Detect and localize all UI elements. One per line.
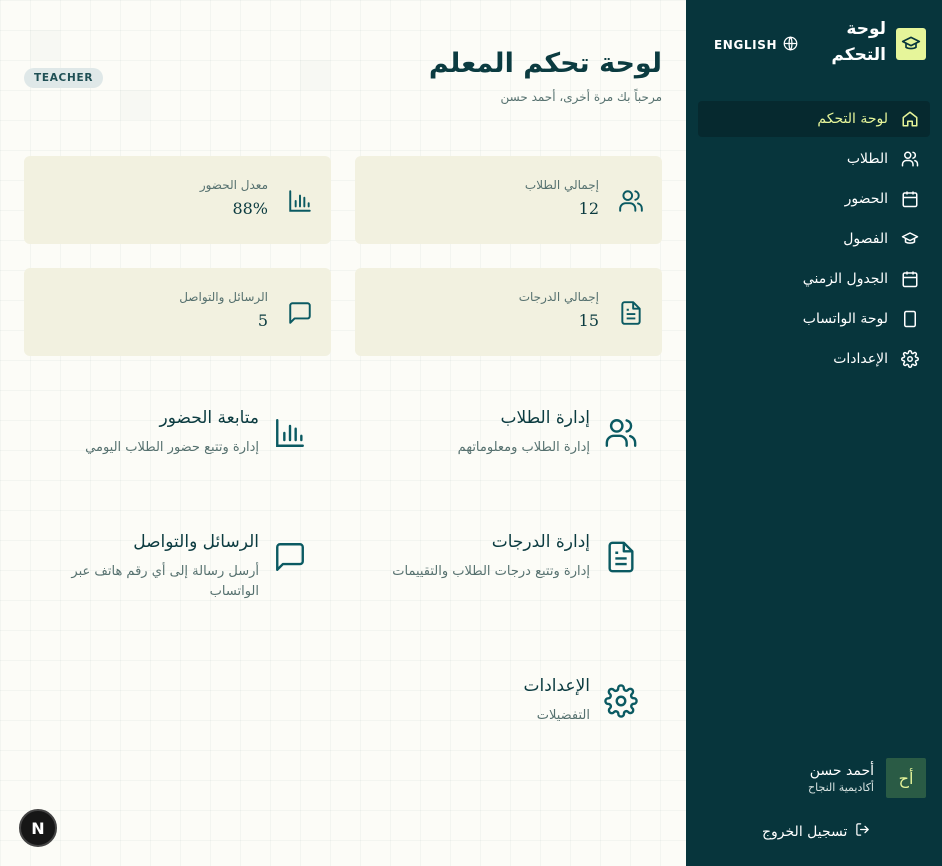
sidebar-item-dashboard[interactable]: لوحة التحكم <box>698 101 930 137</box>
logout-icon <box>855 822 870 841</box>
feature-description: أرسل رسالة إلى أي رقم هاتف عبر الواتساب <box>71 564 259 599</box>
background-decoration <box>30 30 60 60</box>
feature-description: إدارة وتتبع حضور الطلاب اليومي <box>85 440 259 455</box>
stat-card-total-students: إجمالي الطلاب 12 <box>355 156 662 244</box>
role-badge: TEACHER <box>24 68 104 88</box>
stat-card-total-grades: إجمالي الدرجات 15 <box>355 268 662 356</box>
calendar-icon <box>900 269 920 289</box>
nextjs-dev-badge[interactable]: N <box>19 809 57 847</box>
feature-student-management[interactable]: إدارة الطلاب إدارة الطلاب ومعلوماتهم <box>355 408 662 498</box>
sidebar-item-classes[interactable]: الفصول <box>698 221 930 257</box>
stat-label: إجمالي الدرجات <box>518 290 599 304</box>
feature-settings[interactable]: الإعدادات التفضيلات <box>355 676 662 766</box>
sidebar-item-label: الفصول <box>843 231 888 247</box>
feature-description: التفضيلات <box>536 708 590 723</box>
feature-description: إدارة وتتبع درجات الطلاب والتقييمات <box>392 564 590 579</box>
feature-grade-management[interactable]: إدارة الدرجات إدارة وتتبع درجات الطلاب و… <box>355 532 662 622</box>
stat-card-attendance-rate: معدل الحضور 88% <box>24 156 331 244</box>
sidebar-item-label: لوحة التحكم <box>817 111 888 127</box>
sidebar: لوحة التحكم ENGLISH لوحة التحكم الطلاب ا… <box>686 0 942 866</box>
sidebar-item-label: الحضور <box>844 191 888 207</box>
sidebar-item-schedule[interactable]: الجدول الزمني <box>698 261 930 297</box>
language-toggle-button[interactable]: ENGLISH <box>714 36 798 54</box>
background-decoration <box>300 60 330 90</box>
stat-value: 12 <box>578 199 599 218</box>
logout-button[interactable]: تسجيل الخروج <box>762 822 870 841</box>
sidebar-item-label: الطلاب <box>846 151 888 167</box>
bar-chart-icon <box>287 188 313 214</box>
sidebar-brand-title: لوحة التحكم <box>831 19 886 65</box>
feature-title: متابعة الحضور <box>159 408 259 428</box>
users-icon <box>618 188 644 214</box>
sidebar-item-whatsapp[interactable]: لوحة الواتساب <box>698 301 930 337</box>
background-decoration <box>120 90 150 120</box>
stat-label: معدل الحضور <box>199 178 268 192</box>
sidebar-item-label: الإعدادات <box>833 351 888 367</box>
language-label: ENGLISH <box>714 38 778 52</box>
calendar-icon <box>900 189 920 209</box>
logout-label: تسجيل الخروج <box>762 823 848 840</box>
sidebar-item-label: الجدول الزمني <box>802 271 888 287</box>
document-icon <box>618 300 644 326</box>
users-icon <box>900 149 920 169</box>
user-school: أكاديمية النجاح <box>808 780 874 794</box>
sidebar-item-students[interactable]: الطلاب <box>698 141 930 177</box>
gear-icon <box>900 349 920 369</box>
user-name: أحمد حسن <box>809 762 874 779</box>
tablet-icon <box>900 309 920 329</box>
document-icon <box>604 540 640 576</box>
message-icon <box>287 300 313 326</box>
home-icon <box>900 109 920 129</box>
sidebar-item-attendance[interactable]: الحضور <box>698 181 930 217</box>
sidebar-item-settings[interactable]: الإعدادات <box>698 341 930 377</box>
feature-title: الرسائل والتواصل <box>133 532 259 552</box>
stat-value: 88% <box>232 199 268 218</box>
gear-icon <box>604 684 640 720</box>
feature-title: إدارة الدرجات <box>491 532 590 552</box>
stat-label: إجمالي الطلاب <box>524 178 599 192</box>
stat-label: الرسائل والتواصل <box>179 290 268 304</box>
feature-title: إدارة الطلاب <box>500 408 590 428</box>
users-icon <box>604 416 640 452</box>
user-profile: أح أحمد حسن أكاديمية النجاح <box>808 758 926 798</box>
sidebar-item-label: لوحة الواتساب <box>802 311 888 327</box>
sidebar-nav: لوحة التحكم الطلاب الحضور الفصول الجدول … <box>698 101 930 381</box>
feature-messaging[interactable]: الرسائل والتواصل أرسل رسالة إلى أي رقم ه… <box>24 532 331 622</box>
stat-value: 5 <box>257 311 268 330</box>
bar-chart-icon <box>273 416 309 452</box>
message-icon <box>273 540 309 576</box>
welcome-message: مرحباً بك مرة أخرى، أحمد حسن <box>500 90 663 104</box>
feature-title: الإعدادات <box>523 676 590 696</box>
feature-description: إدارة الطلاب ومعلوماتهم <box>457 440 590 455</box>
page-title: لوحة تحكم المعلم <box>428 48 662 79</box>
stat-card-messages: الرسائل والتواصل 5 <box>24 268 331 356</box>
graduation-cap-logo-icon <box>896 28 926 60</box>
feature-attendance-tracking[interactable]: متابعة الحضور إدارة وتتبع حضور الطلاب ال… <box>24 408 331 498</box>
graduation-cap-icon <box>900 229 920 249</box>
globe-icon <box>783 36 798 54</box>
avatar: أح <box>886 758 926 798</box>
stat-value: 15 <box>578 311 599 330</box>
